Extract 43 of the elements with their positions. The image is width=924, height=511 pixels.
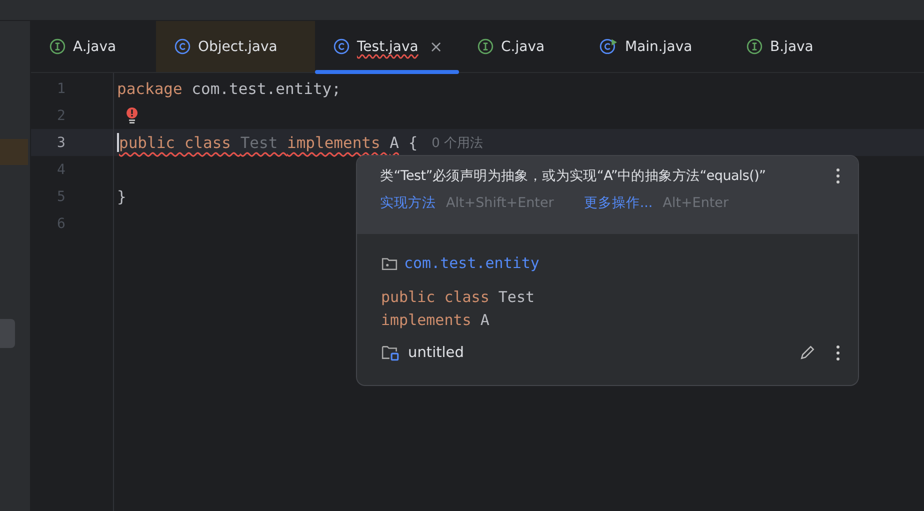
file-icon bbox=[746, 38, 763, 55]
scroll-handle[interactable] bbox=[0, 319, 15, 348]
code-token: package bbox=[117, 80, 182, 98]
tab-label: C.java bbox=[501, 38, 545, 54]
tab-label: A.java bbox=[73, 38, 116, 54]
file-tab[interactable]: B.java bbox=[728, 21, 832, 72]
file-icon bbox=[333, 38, 350, 55]
file-icon bbox=[477, 38, 494, 55]
tab-label: Object.java bbox=[198, 38, 278, 54]
package-link[interactable]: com.test.entity bbox=[404, 254, 540, 272]
tab-label: Main.java bbox=[625, 38, 692, 54]
file-tab[interactable]: Object.java bbox=[156, 21, 315, 72]
shortcut-label: Alt+Enter bbox=[662, 195, 729, 211]
code-token: public class bbox=[381, 288, 490, 306]
shortcut-label: Alt+Shift+Enter bbox=[446, 195, 554, 211]
close-button[interactable]: × bbox=[429, 37, 443, 56]
tab-label: B.java bbox=[770, 38, 814, 54]
code-token: Test bbox=[240, 134, 279, 152]
more-options-icon[interactable] bbox=[836, 168, 840, 184]
more-options-icon[interactable] bbox=[836, 344, 840, 360]
code-token: com.test.entity; bbox=[190, 80, 341, 98]
code-token: Test bbox=[498, 288, 535, 306]
error-message: 类“Test”必须声明为抽象，或为实现“A”中的抽象方法“equals()” bbox=[380, 167, 766, 185]
file-tab[interactable]: C.java bbox=[459, 21, 581, 72]
file-tab[interactable]: A.java bbox=[31, 21, 156, 72]
code-token: } bbox=[117, 188, 126, 206]
edit-icon[interactable] bbox=[799, 344, 816, 361]
file-icon bbox=[174, 38, 191, 55]
line-number: 3 bbox=[57, 134, 66, 150]
code-token: { bbox=[407, 134, 418, 152]
module-name: untitled bbox=[408, 344, 465, 360]
tab-label: Test.java bbox=[357, 38, 418, 54]
code-token: public class bbox=[119, 134, 232, 152]
code-token: A bbox=[480, 311, 490, 329]
code-token: implements bbox=[381, 311, 472, 329]
module-folder-icon bbox=[381, 343, 400, 362]
file-icon bbox=[49, 38, 66, 55]
file-tab[interactable]: Main.java bbox=[581, 21, 728, 72]
code-token: A bbox=[390, 134, 399, 152]
file-icon bbox=[599, 38, 618, 55]
error-bulb-icon[interactable] bbox=[126, 106, 138, 124]
file-tab[interactable]: Test.java × bbox=[315, 21, 459, 72]
code-token: implements bbox=[287, 134, 382, 152]
